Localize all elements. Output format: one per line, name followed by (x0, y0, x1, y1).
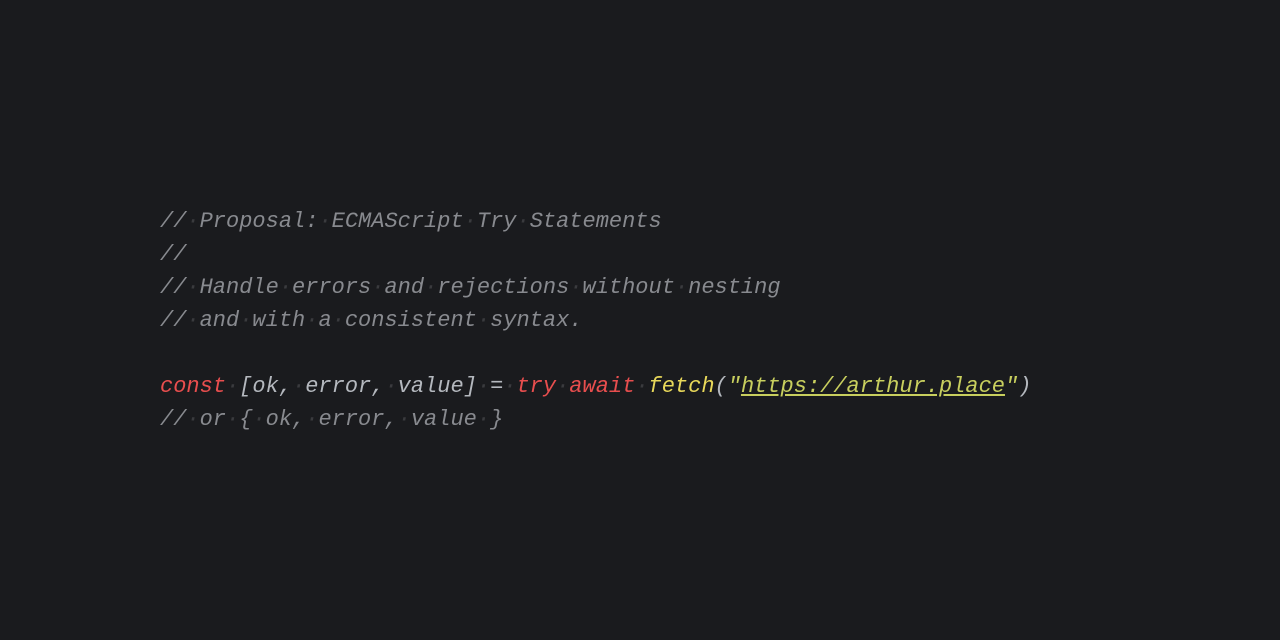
comment-line-7: //·or·{·ok,·error,·value·} (160, 407, 503, 432)
comment-line-4: //·and·with·a·consistent·syntax. (160, 308, 583, 333)
comment-line-1: //·Proposal:·ECMAScript·Try·Statements (160, 209, 662, 234)
url-link[interactable]: https://arthur.place (741, 374, 1005, 399)
code-snippet: //·Proposal:·ECMAScript·Try·Statements /… (160, 205, 1031, 436)
function-fetch: fetch (649, 374, 715, 399)
comment-line-2: // (160, 242, 186, 267)
comment-line-3: //·Handle·errors·and·rejections·without·… (160, 275, 781, 300)
keyword-const: const (160, 374, 226, 399)
keyword-try: try (516, 374, 556, 399)
code-line-main: const·[ok,·error,·value]·=·try·await·fet… (160, 374, 1031, 399)
keyword-await: await (569, 374, 635, 399)
